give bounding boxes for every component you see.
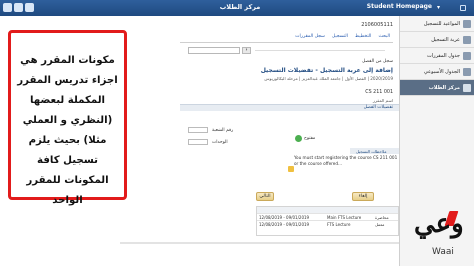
settings-icon[interactable]	[25, 3, 34, 12]
term-select[interactable]	[188, 47, 240, 54]
home-icon[interactable]	[460, 5, 466, 11]
sidebar-item-label: المواعيد للتسجيل	[423, 21, 460, 27]
row-room: FTS Lecture	[327, 222, 351, 227]
sidebar-item-weekly-schedule[interactable]: الجدول الأسبوعي	[400, 64, 474, 80]
status-label: مفتوح	[304, 136, 316, 141]
student-id: 2106005111	[361, 22, 393, 28]
waai-logo: وعي Waai	[414, 209, 464, 261]
menu-icon[interactable]	[3, 3, 12, 12]
sidebar-item-class-schedule[interactable]: جدول المقررات	[400, 48, 474, 64]
tab-plan[interactable]: التخطيط	[355, 34, 372, 42]
sidebar-item-label: الجدول الأسبوعي	[423, 69, 460, 75]
chevron-down-icon[interactable]: ▾	[437, 4, 440, 11]
row-type: معمل	[375, 222, 385, 227]
row-date: 12/08/2019 - 09/01/2019	[259, 222, 310, 227]
course-code: CS 211 001	[365, 90, 393, 95]
student-icon	[463, 84, 471, 92]
term-info: 2020/2019 | الفصل الأول | جامعة الملك عب…	[264, 76, 393, 81]
notes-title: ملاحظات التسجيل	[356, 149, 387, 154]
section-preferences-bar: تفضيلات الفصل	[180, 104, 399, 111]
notes-text: You must start registering the course CS…	[294, 155, 398, 166]
open-status-icon	[295, 135, 302, 142]
divider	[255, 50, 385, 51]
cancel-button[interactable]: إلغاء	[352, 192, 374, 201]
sidebar-item-student-center[interactable]: مركز الطلاب	[400, 80, 474, 96]
breadcrumb[interactable]: سجل من الفصل	[362, 59, 393, 64]
page-title: مركز الطلاب	[219, 3, 261, 11]
meetings-table: 12/08/2019 - 09/01/2019 Main FTS Lecture…	[256, 206, 399, 236]
annotation-callout: مكونات المقرر هي اجزاء تدريس المقرر المك…	[8, 30, 127, 206]
sidebar-item-enrollment-dates[interactable]: المواعيد للتسجيل	[400, 16, 474, 32]
course-name: اسم المقرر	[372, 98, 393, 103]
section-number-label: رقم الشعبة	[212, 128, 234, 133]
top-bar: مركز الطلاب Student Homepage ▾	[0, 0, 474, 16]
calendar-icon	[463, 20, 471, 28]
main-content: 2106005111 البحث التخطيط التسجيل سجل الم…	[120, 16, 399, 266]
notifications-icon[interactable]	[14, 3, 23, 12]
schedule-icon	[463, 52, 471, 60]
home-link[interactable]: Student Homepage	[367, 3, 432, 10]
units-field[interactable]	[188, 139, 208, 145]
units-label: الوحدات	[212, 140, 228, 145]
section-heading: إضافة إلى عربة التسجيل - تفضيلات التسجيل	[260, 67, 393, 74]
main-tabs: البحث التخطيط التسجيل سجل المقررات	[180, 34, 393, 43]
tab-search[interactable]: البحث	[378, 34, 390, 42]
section-number-field[interactable]	[188, 127, 208, 133]
sidebar-item-label: عربة التسجيل	[431, 37, 460, 43]
tab-enroll[interactable]: التسجيل	[332, 34, 348, 42]
callout-text: مكونات المقرر هي اجزاء تدريس المقرر المك…	[17, 55, 118, 206]
logo-latin: Waai	[432, 247, 454, 257]
week-icon	[463, 68, 471, 76]
table-row: 12/08/2019 - 09/01/2019 Main FTS Lecture…	[257, 213, 398, 220]
table-row: 12/08/2019 - 09/01/2019 FTS Lecture معمل	[257, 220, 398, 227]
tab-history[interactable]: سجل المقررات	[295, 34, 325, 42]
logo-arabic: وعي	[414, 209, 464, 239]
footer-line	[120, 242, 399, 244]
sidebar-item-shopping-cart[interactable]: عربة التسجيل	[400, 32, 474, 48]
search-button[interactable]: ›	[242, 47, 251, 54]
cart-icon	[463, 36, 471, 44]
sidebar-item-label: جدول المقررات	[427, 53, 460, 59]
sidebar-item-label: مركز الطلاب	[428, 85, 460, 91]
screen: مركز الطلاب Student Homepage ▾ 210600511…	[0, 0, 474, 266]
next-button[interactable]: التالي	[256, 192, 274, 201]
